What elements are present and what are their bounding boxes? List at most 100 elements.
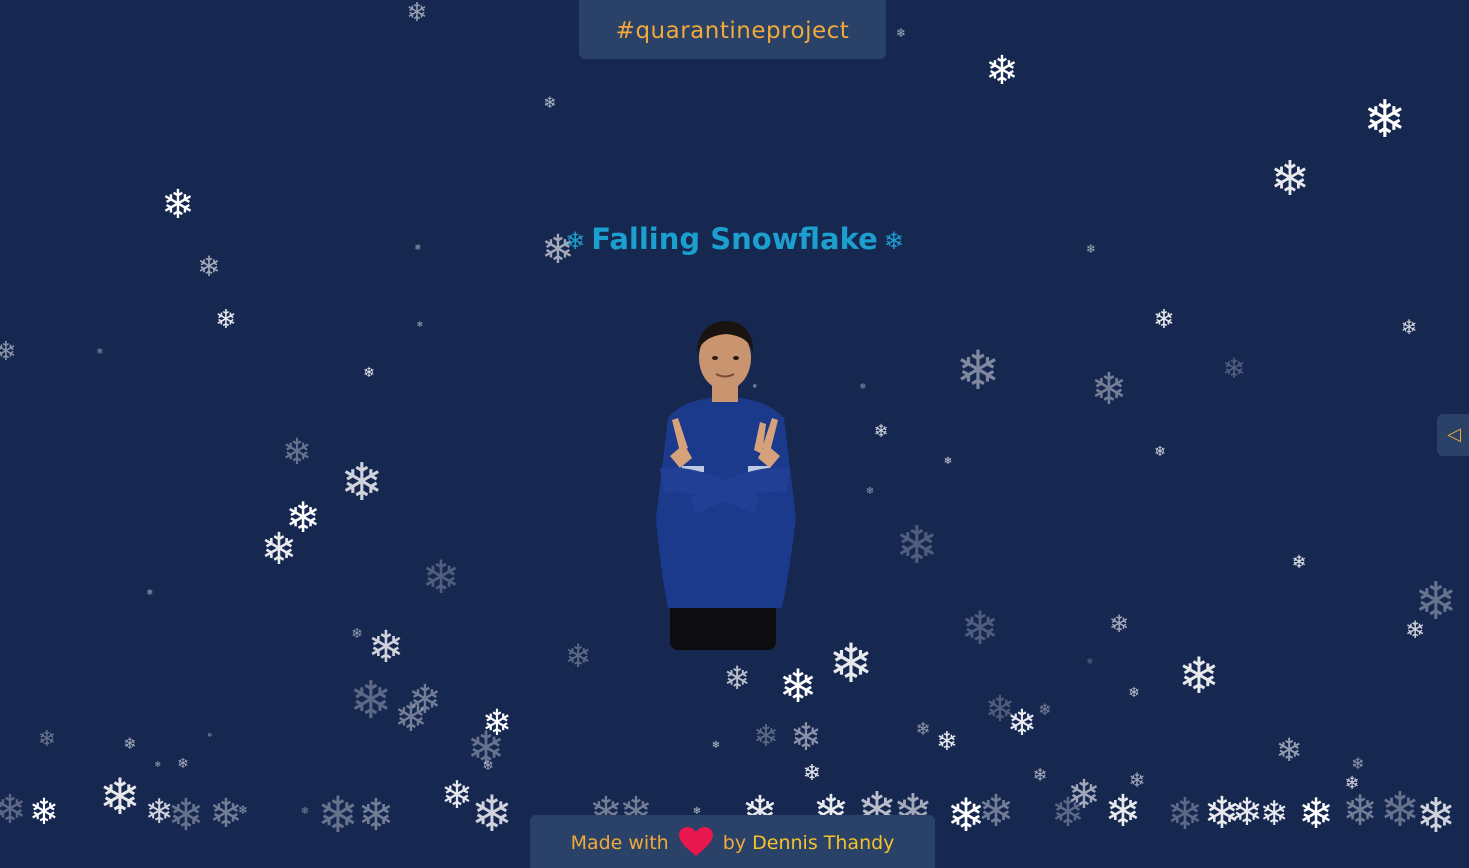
snowflake-icon: ❄ xyxy=(960,601,1000,655)
snowflake-icon: ❄ xyxy=(828,632,874,695)
snowflake-icon: ❄ xyxy=(1067,772,1101,818)
snowflake-icon: ❄ xyxy=(96,347,104,356)
snowflake-icon: ❄ xyxy=(1090,364,1128,415)
author-name: Dennis Thandy xyxy=(752,832,895,854)
snowflake-icon: ❄ xyxy=(895,26,907,40)
snowflake-icon: ❄ xyxy=(0,787,27,833)
snowflake-icon: ❄ xyxy=(873,421,889,442)
snowflake-icon: ❄ xyxy=(1086,657,1094,666)
snowflake-icon: ❄ xyxy=(778,659,818,713)
snowflake-icon: ❄ xyxy=(936,727,958,757)
snowflake-icon: ❄ xyxy=(1231,790,1263,834)
snowflake-icon: ❄ xyxy=(802,761,822,786)
snowflake-icon: ❄ xyxy=(1400,315,1418,339)
snowflake-icon: ❄ xyxy=(197,250,221,283)
snowflake-icon: ❄ xyxy=(285,493,321,542)
snowflake-icon: ❄ xyxy=(943,456,953,467)
snowflake-icon: ❄ xyxy=(1128,768,1146,792)
snowflake-icon: ❄ xyxy=(317,786,359,844)
snowflake-icon: ❄ xyxy=(1222,352,1246,385)
snowflake-icon: ❄ xyxy=(565,227,586,255)
snowflake-icon: ❄ xyxy=(753,719,779,754)
snowflake-icon: ❄ xyxy=(1344,773,1360,794)
heart-icon xyxy=(678,826,713,856)
snowflake-icon: ❄ xyxy=(1275,731,1303,769)
snowflake-icon: ❄ xyxy=(1379,782,1421,838)
snowflake-icon: ❄ xyxy=(123,734,137,753)
snowflake-icon: ❄ xyxy=(363,365,375,381)
snowflake-icon: ❄ xyxy=(1108,610,1130,638)
snowflake-icon: ❄ xyxy=(421,550,461,604)
snowflake-icon: ❄ xyxy=(207,732,213,739)
footer-prefix: Made with xyxy=(570,832,669,854)
snowflake-icon: ❄ xyxy=(1128,685,1140,701)
snowflake-icon: ❄ xyxy=(985,48,1019,94)
snowflake-icon: ❄ xyxy=(946,788,986,842)
sidebar-toggle-button[interactable]: ◁ xyxy=(1437,414,1469,456)
snowflake-icon: ❄ xyxy=(915,719,931,740)
snowflake-icon: ❄ xyxy=(1006,703,1038,744)
snowflake-icon: ❄ xyxy=(1038,700,1052,719)
snowflake-icon: ❄ xyxy=(790,715,822,759)
snowflake-icon: ❄ xyxy=(1032,765,1048,786)
snowflake-icon: ❄ xyxy=(357,790,395,841)
snowflake-icon: ❄ xyxy=(1259,794,1289,834)
snowflake-icon: ❄ xyxy=(859,382,867,391)
snowflake-icon: ❄ xyxy=(1104,786,1142,837)
snowflake-icon: ❄ xyxy=(260,524,298,575)
snowflake-icon: ❄ xyxy=(0,337,17,367)
snowflake-icon: ❄ xyxy=(482,758,494,774)
snowflake-icon: ❄ xyxy=(281,432,313,473)
snowflake-icon: ❄ xyxy=(215,305,237,335)
snowflake-icon: ❄ xyxy=(351,626,363,642)
snowflake-icon: ❄ xyxy=(977,786,1015,837)
snowflake-icon: ❄ xyxy=(564,637,592,675)
snowflake-icon: ❄ xyxy=(1291,552,1307,573)
snowflake-icon: ❄ xyxy=(441,773,473,817)
snowflake-icon: ❄ xyxy=(154,760,162,769)
snowflake-icon: ❄ xyxy=(1269,151,1311,207)
snowflake-icon: ❄ xyxy=(1351,754,1365,773)
snowflake-icon: ❄ xyxy=(1414,572,1458,632)
snowflake-icon: ❄ xyxy=(408,677,442,723)
snowflake-icon: ❄ xyxy=(471,785,513,843)
hashtag-badge: #quarantineproject xyxy=(579,0,886,59)
snowflake-icon: ❄ xyxy=(177,756,189,772)
snowflake-icon: ❄ xyxy=(394,695,428,741)
snowflake-icon: ❄ xyxy=(1363,90,1407,150)
snowflake-icon: ❄ xyxy=(28,792,60,833)
snowflake-icon: ❄ xyxy=(481,703,513,744)
snowflake-icon: ❄ xyxy=(1166,789,1204,840)
page-title-text: Falling Snowflake xyxy=(591,222,878,256)
footer-credit: Made with by Dennis Thandy xyxy=(530,815,935,868)
footer-suffix: by xyxy=(722,832,747,854)
snowflake-icon: ❄ xyxy=(209,791,243,837)
snowflake-icon: ❄ xyxy=(955,339,1001,402)
hashtag-text: #quarantineproject xyxy=(615,18,850,44)
snowflake-icon: ❄ xyxy=(1203,788,1241,839)
snowflake-icon: ❄ xyxy=(300,806,310,817)
snowflake-icon: ❄ xyxy=(984,689,1016,730)
triangle-left-icon: ◁ xyxy=(1447,424,1461,445)
snowflake-icon: ❄ xyxy=(37,727,57,752)
page-title: ❄ Falling Snowflake ❄ xyxy=(0,222,1469,256)
snowflake-icon: ❄ xyxy=(1051,790,1085,836)
snowflake-icon: ❄ xyxy=(167,790,205,841)
snowflake-icon: ❄ xyxy=(367,622,405,673)
snowflake-icon: ❄ xyxy=(865,486,875,497)
snowflake-icon: ❄ xyxy=(340,453,384,513)
snowflake-icon: ❄ xyxy=(1298,789,1334,838)
author-photo xyxy=(656,321,796,650)
snowflake-icon: ❄ xyxy=(416,320,424,329)
snowflake-icon: ❄ xyxy=(237,803,249,817)
snowflake-icon: ❄ xyxy=(895,516,939,576)
snowflake-icon: ❄ xyxy=(711,740,721,751)
snowflake-icon: ❄ xyxy=(1178,647,1220,705)
snowflake-icon: ❄ xyxy=(466,721,506,775)
snowflake-icon: ❄ xyxy=(1154,444,1166,460)
snowflake-icon: ❄ xyxy=(1153,305,1175,335)
snowflake-icon: ❄ xyxy=(146,588,154,597)
snowflake-icon: ❄ xyxy=(1415,788,1457,844)
snowflake-icon: ❄ xyxy=(144,792,174,832)
snowflake-icon: ❄ xyxy=(99,768,141,826)
